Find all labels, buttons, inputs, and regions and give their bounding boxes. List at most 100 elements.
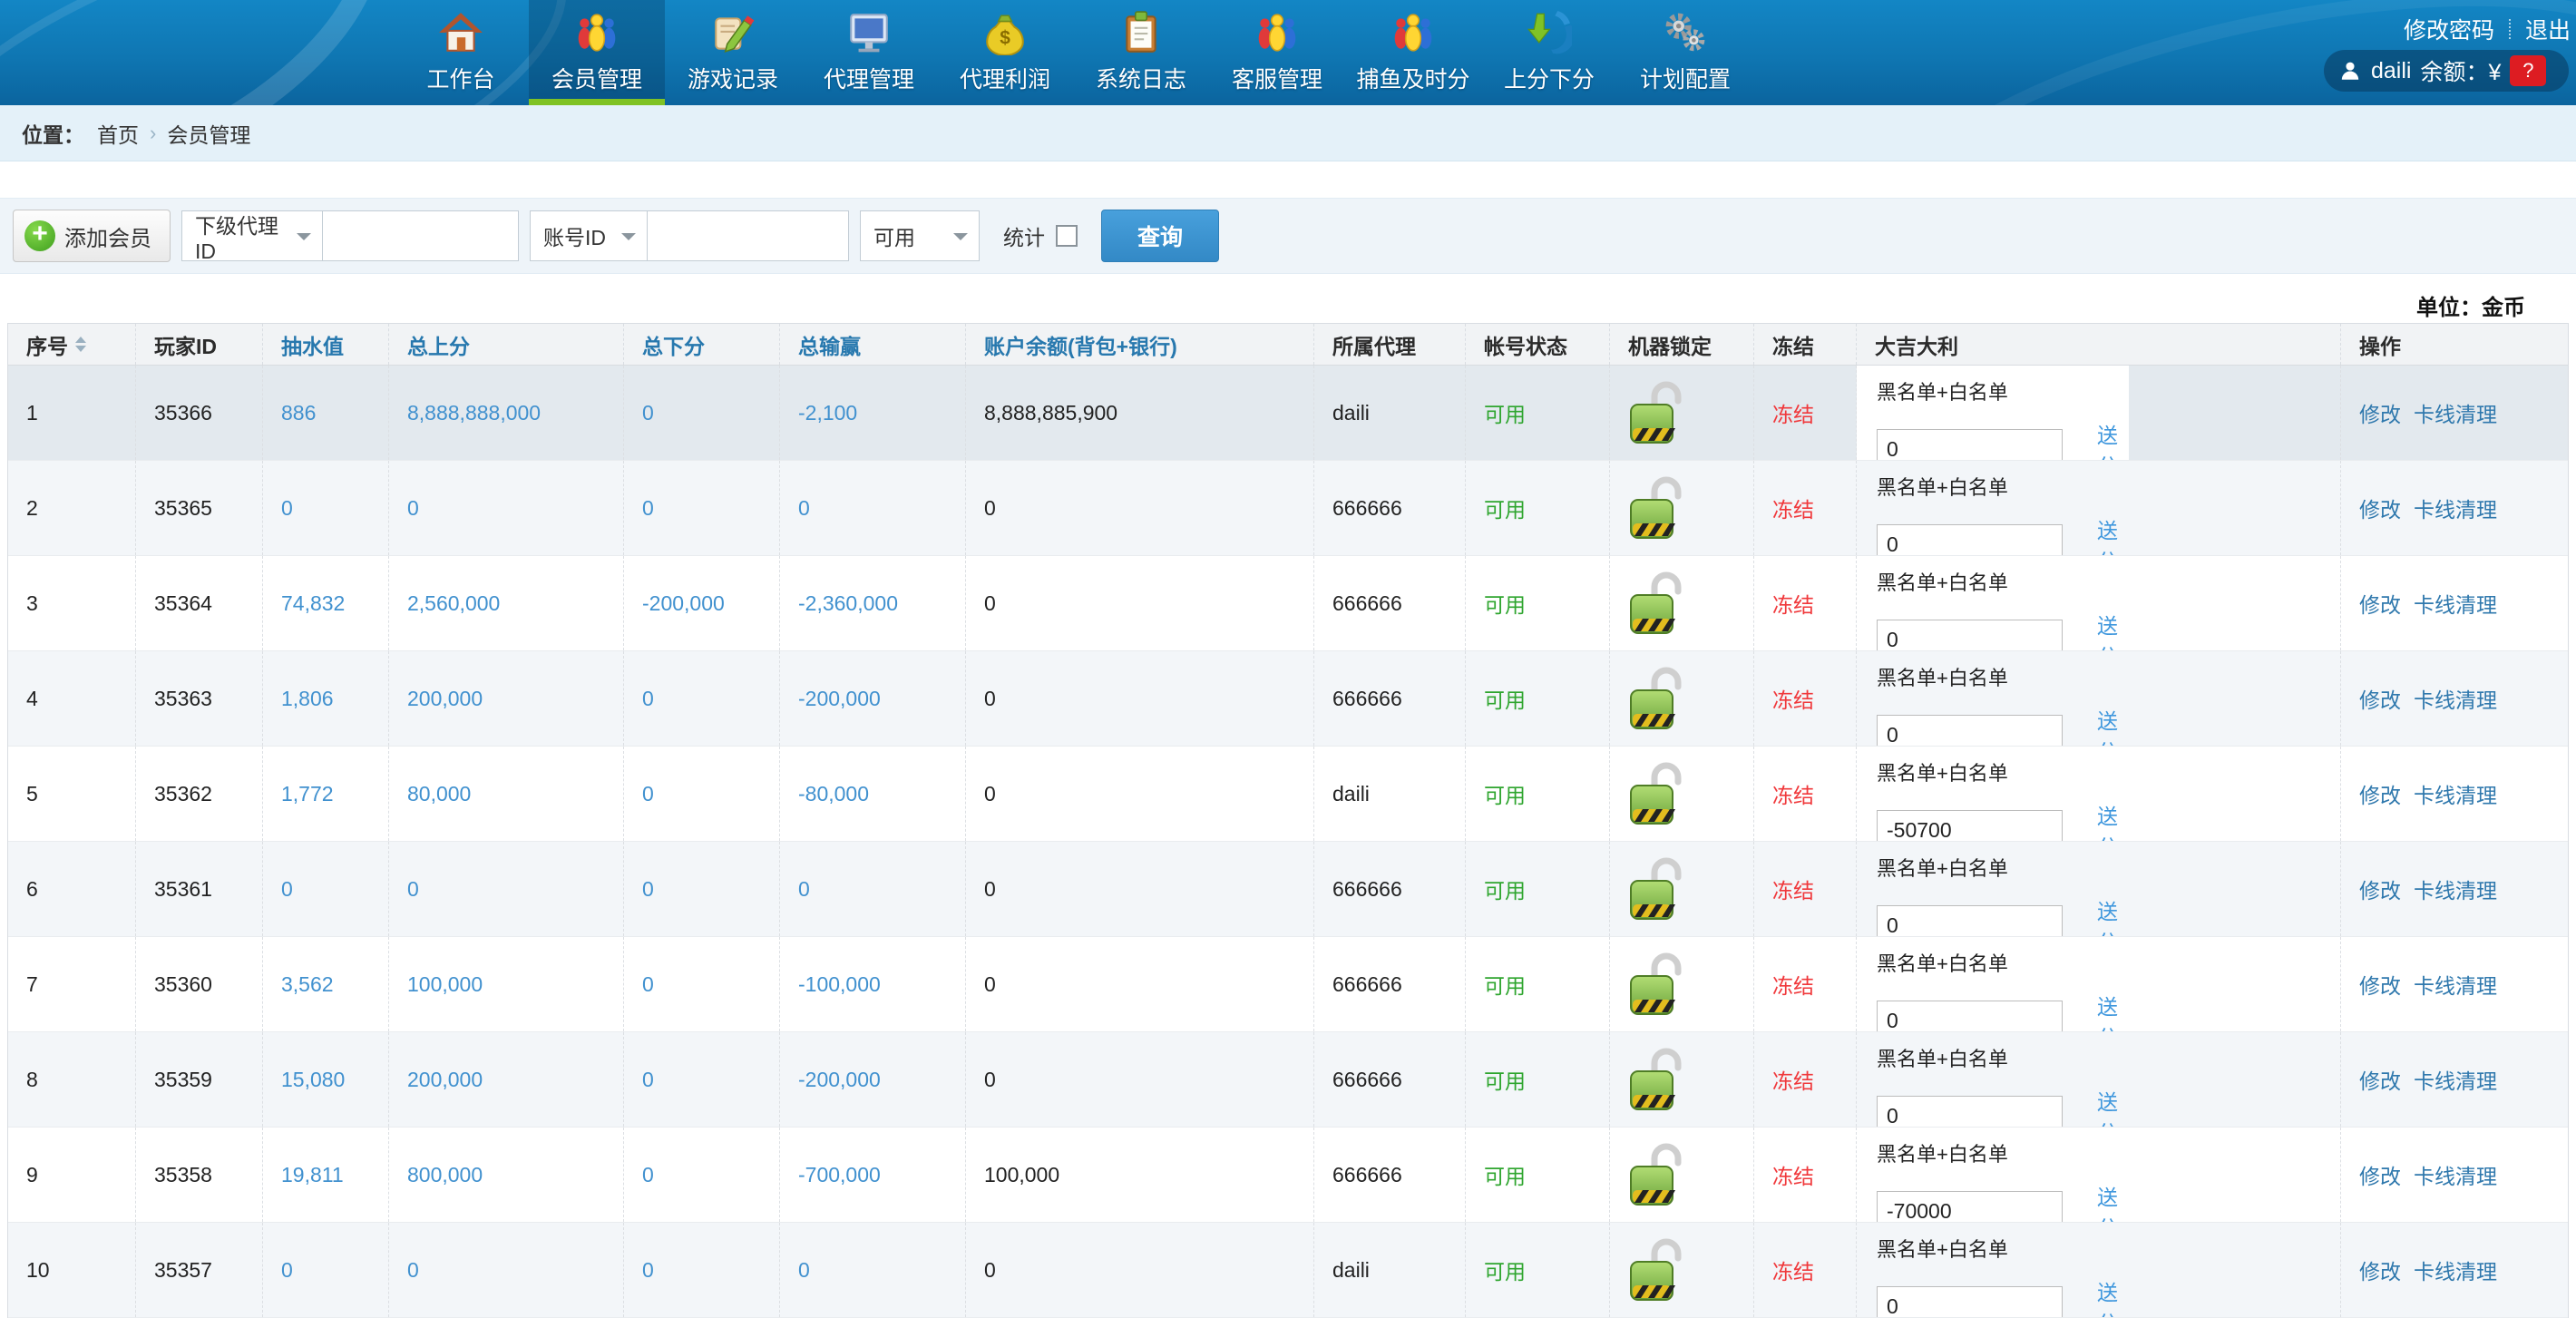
clear-line-link[interactable]: 卡线清理 [2414, 683, 2497, 714]
nav-item-home[interactable]: 工作台 [393, 0, 529, 105]
machine-lock-icon[interactable] [1628, 379, 1686, 446]
blacklist-score-input[interactable] [1877, 905, 2063, 936]
nav-item-agent-profit[interactable]: $代理利润 [937, 0, 1073, 105]
machine-lock-icon[interactable] [1628, 665, 1686, 732]
machine-lock-icon[interactable] [1628, 855, 1686, 923]
blacklist-score-input[interactable] [1877, 1191, 2063, 1222]
edit-link[interactable]: 修改 [2359, 493, 2401, 523]
clear-line-link[interactable]: 卡线清理 [2414, 588, 2497, 619]
edit-link[interactable]: 修改 [2359, 778, 2401, 809]
logout-link[interactable]: 退出 [2525, 13, 2571, 45]
blacklist-score-input[interactable] [1877, 1001, 2063, 1031]
column-header-6[interactable]: 总输赢 [780, 324, 966, 365]
balance-badge[interactable]: ? [2510, 55, 2546, 86]
breadcrumb-label: 位置： [22, 118, 84, 149]
clear-line-link[interactable]: 卡线清理 [2414, 874, 2497, 904]
column-header-4[interactable]: 总上分 [389, 324, 624, 365]
send-score-link[interactable]: 送分 [2097, 1085, 2129, 1127]
edit-link[interactable]: 修改 [2359, 1064, 2401, 1095]
freeze-link[interactable]: 冻结 [1772, 874, 1814, 904]
send-score-link[interactable]: 送分 [2097, 894, 2129, 936]
search-button[interactable]: 查询 [1101, 210, 1219, 262]
machine-lock-icon[interactable] [1628, 1046, 1686, 1113]
sort-icon[interactable] [75, 337, 86, 352]
nav-item-system-log[interactable]: 系统日志 [1073, 0, 1209, 105]
nav-item-game-records[interactable]: 游戏记录 [665, 0, 801, 105]
column-header-9: 帐号状态 [1466, 324, 1610, 365]
column-header-3[interactable]: 抽水值 [263, 324, 389, 365]
nav-item-customer-service[interactable]: 客服管理 [1209, 0, 1345, 105]
machine-lock-icon[interactable] [1628, 570, 1686, 637]
blacklist-whitelist-label: 黑名单+白名单 [1877, 757, 2129, 786]
edit-link[interactable]: 修改 [2359, 683, 2401, 714]
blacklist-score-input[interactable] [1877, 1096, 2063, 1127]
cell-total-down: 0 [624, 651, 780, 746]
freeze-link[interactable]: 冻结 [1772, 778, 1814, 809]
column-header-5[interactable]: 总下分 [624, 324, 780, 365]
blacklist-whitelist-label: 黑名单+白名单 [1877, 948, 2129, 977]
home-icon [437, 9, 484, 56]
send-score-link[interactable]: 送分 [2097, 1275, 2129, 1317]
send-score-link[interactable]: 送分 [2097, 799, 2129, 841]
send-score-link[interactable]: 送分 [2097, 418, 2129, 460]
change-password-link[interactable]: 修改密码 [2404, 13, 2494, 45]
clear-line-link[interactable]: 卡线清理 [2414, 493, 2497, 523]
breadcrumb-home-link[interactable]: 首页 [97, 118, 139, 149]
clear-line-link[interactable]: 卡线清理 [2414, 397, 2497, 428]
nav-item-plan-config[interactable]: 计划配置 [1617, 0, 1753, 105]
blacklist-score-input[interactable] [1877, 715, 2063, 746]
status-select[interactable]: 可用 [860, 210, 980, 261]
blacklist-score-input[interactable] [1877, 524, 2063, 555]
edit-link[interactable]: 修改 [2359, 1255, 2401, 1285]
send-score-link[interactable]: 送分 [2097, 990, 2129, 1031]
machine-lock-icon[interactable] [1628, 951, 1686, 1018]
freeze-link[interactable]: 冻结 [1772, 1255, 1814, 1285]
send-score-link[interactable]: 送分 [2097, 1180, 2129, 1222]
clear-line-link[interactable]: 卡线清理 [2414, 1255, 2497, 1285]
edit-link[interactable]: 修改 [2359, 588, 2401, 619]
blacklist-score-input[interactable] [1877, 620, 2063, 650]
freeze-link[interactable]: 冻结 [1772, 397, 1814, 428]
account-id-input[interactable] [647, 210, 849, 261]
send-score-link[interactable]: 送分 [2097, 704, 2129, 746]
freeze-link[interactable]: 冻结 [1772, 493, 1814, 523]
clear-line-link[interactable]: 卡线清理 [2414, 969, 2497, 1000]
send-score-link[interactable]: 送分 [2097, 513, 2129, 555]
account-id-select[interactable]: 账号ID [530, 210, 648, 261]
nav-item-members[interactable]: 会员管理 [529, 0, 665, 105]
machine-lock-icon[interactable] [1628, 474, 1686, 542]
machine-lock-icon[interactable] [1628, 1141, 1686, 1208]
blacklist-score-input[interactable] [1877, 429, 2063, 460]
machine-lock-icon[interactable] [1628, 760, 1686, 827]
freeze-link[interactable]: 冻结 [1772, 1159, 1814, 1190]
nav-item-transfer-points[interactable]: 上分下分 [1481, 0, 1617, 105]
agent-id-select[interactable]: 下级代理ID [181, 210, 323, 261]
edit-link[interactable]: 修改 [2359, 874, 2401, 904]
edit-link[interactable]: 修改 [2359, 969, 2401, 1000]
cell-total-winloss: 0 [780, 461, 966, 555]
freeze-link[interactable]: 冻结 [1772, 969, 1814, 1000]
edit-link[interactable]: 修改 [2359, 397, 2401, 428]
agent-id-input[interactable] [322, 210, 519, 261]
clear-line-link[interactable]: 卡线清理 [2414, 1064, 2497, 1095]
cell-agent: daili [1314, 366, 1466, 460]
column-header-1[interactable]: 序号 [8, 324, 136, 365]
freeze-link[interactable]: 冻结 [1772, 683, 1814, 714]
cell-player-id: 35361 [136, 842, 263, 936]
column-header-7[interactable]: 账户余额(背包+银行) [966, 324, 1314, 365]
freeze-link[interactable]: 冻结 [1772, 1064, 1814, 1095]
stats-checkbox[interactable] [1056, 225, 1078, 247]
nav-item-fishing-points[interactable]: 捕鱼及时分 [1345, 0, 1481, 105]
blacklist-score-input[interactable] [1877, 1286, 2063, 1317]
cell-operations: 修改卡线清理 [2341, 1128, 2568, 1222]
clear-line-link[interactable]: 卡线清理 [2414, 1159, 2497, 1190]
add-member-button[interactable]: 添加会员 [13, 210, 171, 262]
machine-lock-icon[interactable] [1628, 1236, 1686, 1303]
freeze-link[interactable]: 冻结 [1772, 588, 1814, 619]
clear-line-link[interactable]: 卡线清理 [2414, 778, 2497, 809]
send-score-link[interactable]: 送分 [2097, 609, 2129, 650]
cell-operations: 修改卡线清理 [2341, 747, 2568, 841]
edit-link[interactable]: 修改 [2359, 1159, 2401, 1190]
nav-item-agent-manage[interactable]: 代理管理 [801, 0, 937, 105]
blacklist-score-input[interactable] [1877, 810, 2063, 841]
